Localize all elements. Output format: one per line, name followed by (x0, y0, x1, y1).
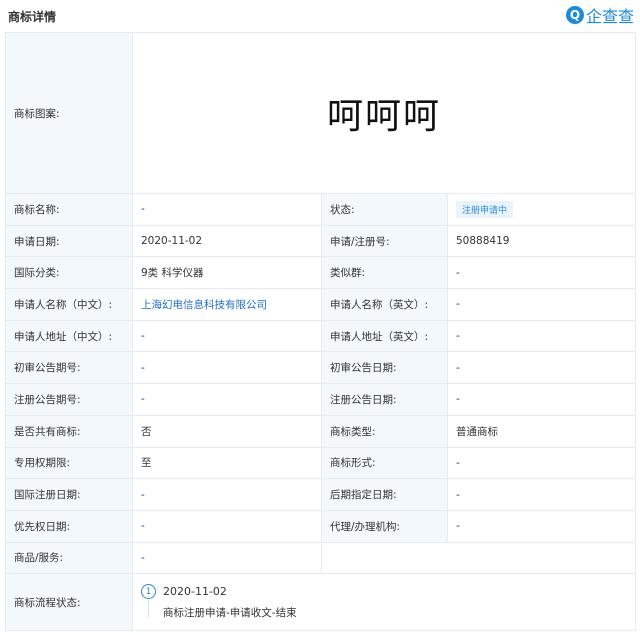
table-row: 国际分类: 9类 科学仪器 类似群: - (5, 256, 636, 290)
field-value: - (447, 509, 636, 543)
step-description: 商标注册申请-申请收文-结束 (163, 607, 297, 620)
field-label: 注册公告日期: (321, 383, 448, 416)
field-value: - (132, 319, 322, 353)
field-label: 商标名称: (5, 193, 133, 226)
field-value: - (132, 351, 322, 385)
field-value: - (447, 256, 636, 290)
field-label: 国际分类: (5, 256, 133, 290)
table-row: 是否共有商标: 否 商标类型: 普通商标 (5, 414, 636, 448)
field-value: - (132, 509, 322, 543)
table-row: 申请人名称（中文）: 上海幻电信息科技有限公司 申请人名称（英文）: - (5, 288, 636, 321)
field-value: - (447, 383, 636, 416)
empty-cell (321, 541, 636, 575)
field-label: 申请人地址（中文）: (5, 319, 133, 353)
field-label: 商标类型: (321, 414, 448, 448)
field-label: 后期指定日期: (321, 478, 448, 511)
field-label: 商标形式: (321, 446, 448, 480)
step-number-icon: 1 (141, 584, 156, 600)
table-row: 优先权日期: - 代理/办理机构: - (5, 509, 636, 543)
field-label: 是否共有商标: (5, 414, 133, 448)
applicant-cell: 上海幻电信息科技有限公司 (132, 288, 322, 321)
applicant-link[interactable]: 上海幻电信息科技有限公司 (141, 299, 267, 311)
field-label: 申请日期: (5, 224, 133, 258)
flow-cell: 1 2020-11-02 商标注册申请-申请收文-结束 (132, 573, 636, 632)
field-value: - (132, 478, 322, 511)
status-cell: 注册申请中 (447, 193, 636, 226)
table-row: 申请人地址（中文）: - 申请人地址（英文）: - (5, 319, 636, 353)
field-value: 9类 科学仪器 (132, 256, 322, 290)
goods-row: 商品/服务: - (5, 541, 636, 575)
field-label: 申请人名称（英文）: (321, 288, 448, 321)
field-value: - (447, 351, 636, 385)
field-label: 申请人名称（中文）: (5, 288, 133, 321)
field-value: 50888419 (447, 224, 636, 258)
timeline-line (148, 600, 149, 619)
field-value: - (132, 193, 322, 226)
qichacha-logo-icon: Q (565, 6, 584, 24)
mark-text: 呵呵呵 (326, 96, 441, 137)
field-value: - (447, 446, 636, 480)
mark-image-label: 商标图案: (5, 32, 133, 194)
field-label: 状态: (321, 193, 448, 226)
logo-text: 企查查 (585, 7, 634, 26)
mark-image: 呵呵呵 (132, 32, 636, 194)
table-row: 注册公告期号: - 注册公告日期: - (5, 383, 636, 416)
status-badge: 注册申请中 (456, 200, 514, 218)
table-row: 初审公告期号: - 初审公告日期: - (5, 351, 636, 385)
field-label: 申请/注册号: (321, 224, 448, 258)
goods-label: 商品/服务: (5, 541, 133, 575)
field-value: - (447, 319, 636, 353)
table-row: 申请日期: 2020-11-02 申请/注册号: 50888419 (5, 224, 636, 258)
step-date: 2020-11-02 (163, 585, 227, 599)
flow-row: 商标流程状态: 1 2020-11-02 商标注册申请-申请收文-结束 (5, 573, 636, 632)
brand-logo[interactable]: Q 企查查 (565, 4, 634, 26)
field-label: 优先权日期: (5, 509, 133, 543)
field-value: - (132, 383, 322, 416)
field-label: 初审公告日期: (321, 351, 448, 385)
page-header: 商标详情 Q 企查查 (0, 0, 640, 30)
flow-label: 商标流程状态: (5, 573, 133, 632)
field-label: 申请人地址（英文）: (321, 319, 448, 353)
field-label: 国际注册日期: (5, 478, 133, 511)
table-row: 专用权期限: 至 商标形式: - (5, 446, 636, 480)
field-label: 注册公告期号: (5, 383, 133, 416)
field-value: 否 (132, 414, 322, 448)
mark-image-row: 商标图案: 呵呵呵 (5, 32, 636, 194)
trademark-detail-table: 商标图案: 呵呵呵 商标名称: - 状态: 注册申请中 申请日期: 2020-1… (5, 32, 636, 632)
table-row: 国际注册日期: - 后期指定日期: - (5, 478, 636, 511)
field-value: - (447, 478, 636, 511)
field-value: 普通商标 (447, 414, 636, 448)
flow-timeline: 1 2020-11-02 商标注册申请-申请收文-结束 (141, 584, 627, 620)
field-label: 初审公告期号: (5, 351, 133, 385)
table-row: 商标名称: - 状态: 注册申请中 (5, 193, 636, 226)
field-value: 至 (132, 446, 322, 480)
goods-value: - (132, 541, 322, 575)
field-label: 类似群: (321, 256, 448, 290)
field-value: 2020-11-02 (132, 224, 322, 258)
field-value: - (447, 288, 636, 321)
page-title: 商标详情 (8, 10, 57, 24)
field-label: 代理/办理机构: (321, 509, 448, 543)
field-label: 专用权期限: (5, 446, 133, 480)
